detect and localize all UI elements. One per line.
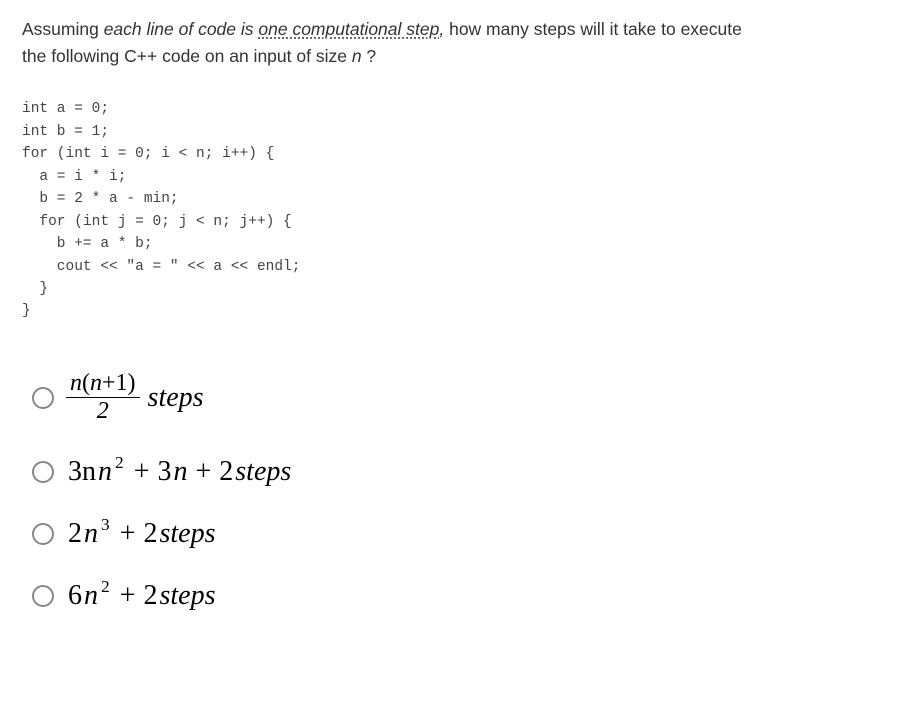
code-block: int a = 0; int b = 1; for (int i = 0; i … — [22, 98, 890, 323]
option-b-suffix: steps — [235, 458, 291, 486]
radio-icon[interactable] — [32, 585, 54, 607]
question-prompt: Assuming each line of code is one comput… — [22, 16, 890, 70]
option-a-label: n(n+1) 2 steps — [68, 371, 204, 424]
q-em: each line of code is one computational s… — [104, 19, 449, 39]
q-prefix: Assuming — [22, 19, 104, 39]
option-c-label: 2n3 + 2 steps — [68, 520, 215, 548]
radio-icon[interactable] — [32, 461, 54, 483]
fraction: n(n+1) 2 — [68, 371, 138, 424]
question-page: Assuming each line of code is one comput… — [0, 0, 912, 640]
radio-icon[interactable] — [32, 387, 54, 409]
option-b[interactable]: 3nn2 + 3n + 2 steps — [32, 458, 890, 486]
option-c-suffix: steps — [159, 520, 215, 548]
option-d[interactable]: 6n2 + 2 steps — [32, 582, 890, 610]
option-d-label: 6n2 + 2 steps — [68, 582, 215, 610]
q-var: n — [352, 46, 362, 66]
q-underlined: one computational step — [258, 19, 439, 39]
option-c[interactable]: 2n3 + 2 steps — [32, 520, 890, 548]
q-line2b: ? — [362, 46, 377, 66]
option-b-label: 3nn2 + 3n + 2 steps — [68, 458, 291, 486]
q-rest1: how many steps will it take to execute — [449, 19, 742, 39]
option-a-suffix: steps — [148, 384, 204, 412]
option-d-suffix: steps — [159, 582, 215, 610]
radio-icon[interactable] — [32, 523, 54, 545]
options-list: n(n+1) 2 steps 3nn2 + 3n + 2 steps 2n3 — [22, 371, 890, 610]
option-a[interactable]: n(n+1) 2 steps — [32, 371, 890, 424]
q-line2a: the following C++ code on an input of si… — [22, 46, 352, 66]
